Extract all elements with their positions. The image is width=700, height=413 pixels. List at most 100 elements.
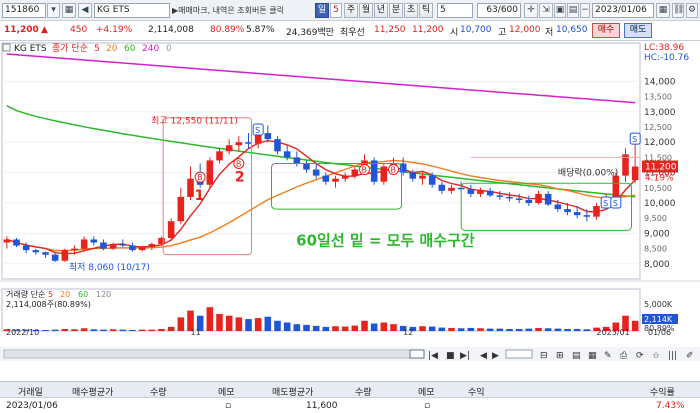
period-5-button[interactable]: 5 [330, 3, 342, 18]
volume-bar [380, 322, 388, 331]
candle-body [564, 209, 571, 213]
scroll-thumb [409, 349, 425, 359]
volume-ratio: 80.89% [210, 25, 245, 35]
priority-price2: 11,200 [412, 25, 444, 35]
candle-body [167, 221, 175, 238]
candle-body [477, 190, 484, 194]
annotation-text: 60일선 밑 = 모두 매수구간 [296, 232, 475, 250]
buy-signal-icon-label: B [197, 173, 203, 182]
stock-name: KG ETS [94, 3, 170, 18]
memo-icon[interactable]: ▫ [225, 401, 231, 411]
calendar-icon[interactable]: ▦ [656, 3, 670, 18]
period-month-button[interactable]: 월 [359, 3, 373, 18]
open-label: 시 [450, 28, 459, 38]
settings-icon[interactable]: ⚙ [686, 3, 698, 18]
stock-code-input[interactable]: 151860 [2, 3, 46, 18]
candle-body [274, 139, 281, 152]
memo-icon-2[interactable]: ▫ [424, 401, 430, 411]
col-profit: 수익 [468, 388, 485, 398]
priority-price: 11,250 [374, 25, 406, 35]
current-price: 11,200 [4, 25, 39, 35]
candle-body [486, 190, 494, 196]
volume-bar [515, 328, 523, 331]
period-second-button[interactable]: 초 [404, 3, 418, 18]
min-price-label: 최저 8,060 (10/17) [69, 262, 150, 273]
save-icon[interactable]: ▤ [567, 3, 579, 18]
period-week-button[interactable]: 주 [344, 3, 358, 18]
volume-bar [361, 320, 368, 331]
zoom-icon[interactable]: ⇲ [539, 3, 553, 18]
volume-bar [71, 329, 78, 331]
col-buy-memo: 메모 [218, 388, 235, 398]
volume-bar [506, 328, 513, 331]
prev-icon[interactable]: ◀ [78, 3, 92, 18]
date-axis-label: 11 [191, 328, 201, 336]
candle-body [3, 239, 11, 243]
candle-body [409, 172, 417, 179]
sell-signal-icon-label: S [632, 135, 637, 144]
volume-axis-label: 2,114K [644, 315, 673, 324]
up-arrow-icon: ▲ [41, 25, 48, 35]
link-icon[interactable]: ⛓ [672, 3, 684, 18]
volume-bar [457, 328, 465, 331]
col-buy-qty: 수량 [150, 388, 167, 398]
chart-scroll-bar[interactable]: |◀ ■ ▶| ◀ ▶ ⊟ ⊞ ▤ ▦ ✎ ⎙ ⟳ ☆ ||| ✐ [0, 347, 700, 361]
crosshair-icon[interactable]: ✛ [524, 3, 538, 18]
volume-bar [303, 324, 310, 331]
candle-body [583, 215, 591, 217]
volume-ma-period: 20 [60, 290, 70, 299]
volume-bar [177, 317, 185, 331]
wave-1-label: 1 [195, 188, 205, 204]
period-minute-button[interactable]: 분 [389, 3, 403, 18]
count-select[interactable]: 5 [437, 3, 473, 18]
candle-body [129, 245, 136, 251]
date-axis-label: 12 [403, 328, 413, 336]
buy-button[interactable]: 매수 [592, 23, 620, 38]
notice-text: ▶매매마크, 내역은 조회버튼 클릭 [172, 6, 285, 15]
minus-icon[interactable]: − [580, 3, 590, 18]
candle-body [245, 142, 252, 144]
grid-icon[interactable]: ▦ [62, 3, 76, 18]
volume-bar [583, 329, 591, 331]
volume-ma-period: 120 [96, 290, 111, 299]
candle-body [631, 166, 639, 181]
candle-body [332, 178, 339, 182]
price-axis-label: 10,000 [644, 199, 676, 209]
candle-body [235, 142, 243, 146]
search-icon[interactable]: ▾ [47, 3, 60, 18]
candle-body [80, 239, 88, 249]
price-axis-minor-label: 10,500 [644, 184, 672, 193]
table-row[interactable]: 2023/01/06 ▫ 11,600 ▫ 7.43% [0, 398, 700, 413]
priority-label: 최우선 [340, 28, 365, 38]
sell-button[interactable]: 매도 [624, 23, 652, 38]
max-price-label: 최고 12,550 (11/11) [151, 115, 238, 126]
candle-body [283, 151, 291, 158]
period-year-button[interactable]: 년 [374, 3, 388, 18]
legend-box-icon [2, 43, 11, 52]
period-day-button[interactable]: 일 [315, 3, 329, 18]
turnover: 5.87% [246, 25, 275, 35]
legend-ma-period: 20 [106, 44, 118, 54]
period-tick-button[interactable]: 틱 [419, 3, 433, 18]
candle-body [303, 163, 310, 170]
wave-2-label: 2 [235, 170, 245, 186]
volume-bar [90, 329, 98, 331]
candle-body [380, 166, 388, 182]
price-change-pct: +4.19% [96, 25, 133, 35]
price-axis-label: 13,000 [644, 108, 676, 118]
candle-body [42, 252, 49, 255]
volume-bar [158, 328, 165, 331]
candle-body [187, 178, 194, 197]
volume-bar [486, 328, 494, 331]
lock-icon[interactable]: ▣ [554, 3, 566, 18]
volume-legend: 거래량 단순 [6, 289, 45, 299]
stock-chart[interactable]: 14,000 13,000 12,000 11,000 10,000 9,000 8,000… [0, 41, 700, 336]
volume-bar [235, 317, 243, 331]
col-profit-rate: 수익률 [650, 388, 675, 398]
volume-bar [341, 326, 349, 331]
open-price: 10,700 [460, 25, 492, 35]
price-change: 450 [70, 25, 88, 35]
date-input[interactable]: 2023/01/06 [592, 3, 654, 18]
main-toolbar: 151860 ▾ ▦ ◀ KG ETS ▶매매마크, 내역은 조회버튼 클릭 일… [0, 0, 700, 21]
buy-signal-icon-label: B [391, 166, 397, 175]
